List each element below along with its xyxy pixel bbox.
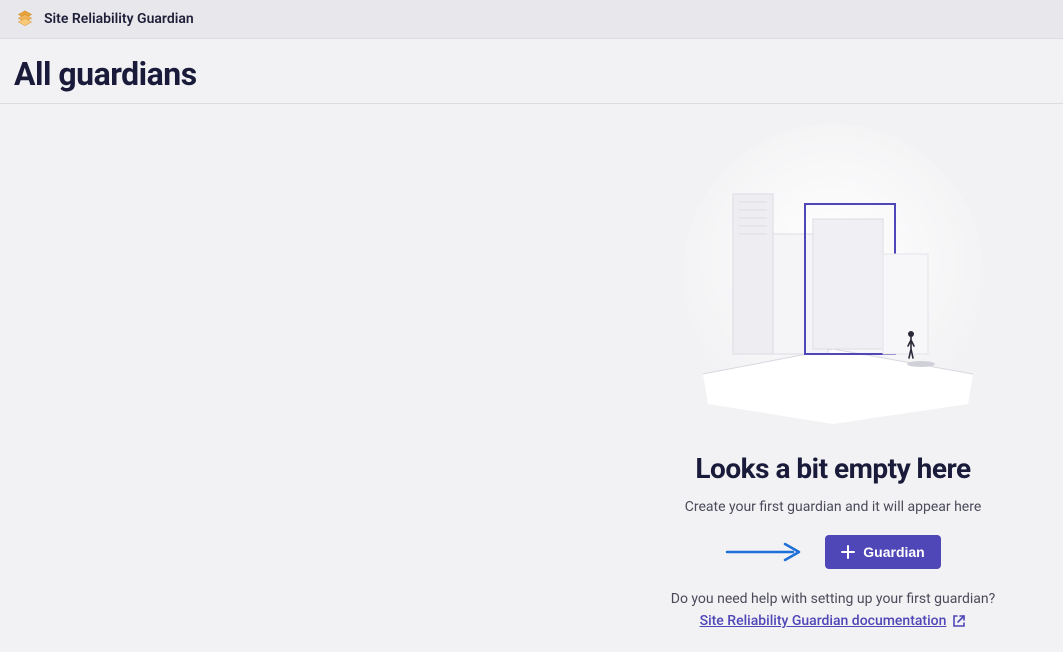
empty-state: Looks a bit empty here Create your first… xyxy=(633,124,1033,629)
create-guardian-button[interactable]: Guardian xyxy=(825,535,940,569)
page-title-section: All guardians xyxy=(0,39,1063,104)
cta-row: Guardian xyxy=(725,535,940,569)
app-header: Site Reliability Guardian xyxy=(0,0,1063,39)
guardian-logo-icon xyxy=(16,10,34,28)
documentation-link[interactable]: Site Reliability Guardian documentation xyxy=(700,613,967,629)
main-content: Looks a bit empty here Create your first… xyxy=(0,104,1063,646)
external-link-icon xyxy=(952,614,966,628)
plus-icon xyxy=(841,545,855,559)
create-guardian-button-label: Guardian xyxy=(863,544,924,560)
help-text: Do you need help with setting up your fi… xyxy=(671,591,995,607)
page-title: All guardians xyxy=(14,55,1049,93)
empty-illustration xyxy=(673,124,993,444)
empty-state-subtitle: Create your first guardian and it will a… xyxy=(685,499,982,515)
empty-state-title: Looks a bit empty here xyxy=(695,452,970,485)
documentation-link-label: Site Reliability Guardian documentation xyxy=(700,613,947,629)
app-title: Site Reliability Guardian xyxy=(44,11,194,27)
arrow-right-annotation-icon xyxy=(725,540,805,564)
